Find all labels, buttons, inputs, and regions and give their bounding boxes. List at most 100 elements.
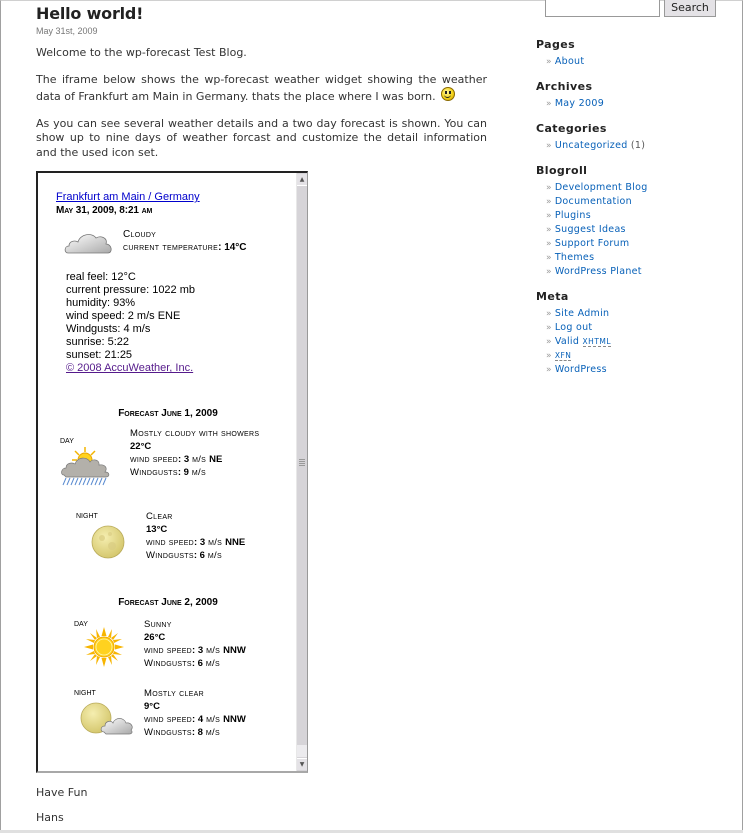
forecast-wind: wind speed: 4 m/s NNW [144,714,246,725]
detail-sunrise: sunrise: 5:22 [66,336,129,348]
sidebar-item-valid-xhtml: » Valid XHTML [546,335,736,349]
bullet-icon: » [546,99,552,109]
bullet-icon: » [546,183,552,193]
wind-value: 3 [197,645,204,656]
forecast-condition: Sunny [144,619,172,630]
xfn-abbr: XFN [554,351,572,361]
forecast-gusts: Windgusts: 8 m/s [144,727,220,738]
forecast-temp-value: 13°C [146,524,168,535]
scroll-up-arrow-icon[interactable]: ▲ [297,174,307,186]
forecast-temp: 9°C [144,700,274,713]
wind-unit: m/s [206,645,221,656]
sidebar-link[interactable]: WordPress [555,364,607,375]
post-date: May 31st, 2009 [36,26,98,36]
forecast-wind: wind speed: 3 m/s NNW [144,645,246,656]
gust-unit: m/s [207,550,222,561]
wind-value: 4 [197,714,204,725]
search-button[interactable]: Search [664,0,716,17]
forecast-condition: Mostly clear [144,688,204,699]
detail-wind-speed: wind speed: 2 m/s ENE [66,310,181,322]
sidebar-heading: Blogroll [536,164,588,177]
sidebar-link[interactable]: WordPress Planet [555,266,642,277]
bullet-icon: » [546,365,552,375]
detail-humidity: humidity: 93% [66,297,136,309]
current-temp-value: 14°C [224,242,247,253]
wind-direction: NNE [225,537,246,548]
sidebar-item-about: » About [546,55,736,69]
sidebar-item-development-blog: » Development Blog [546,181,736,195]
forecast-temp: 26°C [144,631,274,644]
bullet-icon: » [546,211,552,221]
forecast-temp-value: 22°C [130,441,152,452]
closing-signature: Hans [36,811,64,824]
bullet-icon: » [546,57,552,67]
sidebar-link[interactable]: Development Blog [555,182,648,193]
search-input[interactable] [545,0,660,17]
sidebar-link[interactable]: Log out [555,322,593,333]
wind-unit: m/s [208,537,223,548]
gust-label: Windgusts [130,467,178,478]
forecast-gusts: Windgusts: 9 m/s [130,467,206,478]
gust-unit: m/s [205,658,220,669]
sidebar-link[interactable]: Support Forum [555,238,630,249]
sidebar-item-documentation: » Documentation [546,195,736,209]
sidebar-link[interactable]: Uncategorized [555,140,628,151]
scrollbar-track-lower[interactable] [297,745,307,757]
scrollbar-thumb-grip[interactable] [299,459,305,467]
post-entry: Welcome to the wp-forecast Test Blog. Th… [36,46,487,160]
bullet-icon: » [546,323,552,333]
sidebar-link[interactable]: May 2009 [555,98,604,109]
bullet-icon: » [546,225,552,235]
moon-cloud-icon [80,702,133,735]
forecast-condition: Mostly cloudy with showers [130,428,260,439]
location-link[interactable]: Frankfurt am Main / Germany [56,191,200,203]
current-temp-label: current temperature [123,242,219,253]
sidebar-link[interactable]: XFN [554,350,572,361]
post-paragraph-text: The iframe below shows the wp-forecast w… [36,72,487,104]
moon-icon [91,525,125,559]
sidebar-link[interactable]: Site Admin [555,308,610,319]
forecast-wind: wind speed: 3 m/s NE [130,454,223,465]
accuweather-link[interactable]: © 2008 AccuWeather, Inc. [66,362,193,374]
current-condition-block: Cloudy current temperature: 14°C [123,228,247,254]
weather-details: real feel: 12°C current pressure: 1022 m… [66,271,195,375]
gust-unit: m/s [205,727,220,738]
xhtml-abbr: XHTML [582,337,612,347]
sidebar-heading: Archives [536,80,593,93]
cloud-sun-rain-icon [61,447,110,486]
gust-value: 6 [199,550,205,561]
forecast-temp: 13°C [146,523,276,536]
sidebar-link[interactable]: Plugins [555,210,591,221]
detail-windgusts: Windgusts: 4 m/s [66,323,151,335]
gust-label: Windgusts [146,550,194,561]
sidebar-link[interactable]: About [555,56,585,67]
sidebar: Pages » About Archives » May 2009 Categori… [536,38,736,388]
sidebar-item-wordpress-planet: » WordPress Planet [546,265,736,279]
sidebar-item-uncategorized: » Uncategorized (1) [546,139,736,153]
forecast-wind: wind speed: 3 m/s NNE [146,537,246,548]
sidebar-link[interactable]: Themes [555,252,595,263]
sidebar-link[interactable]: Documentation [555,196,632,207]
current-temperature: current temperature: 14°C [123,242,247,253]
scroll-down-arrow-icon[interactable]: ▼ [297,758,307,770]
bullet-icon: » [546,197,552,207]
gust-value: 9 [183,467,189,478]
post-title[interactable]: Hello world! [36,4,487,24]
iframe-scrollbar[interactable]: ▲ ▼ [296,173,307,771]
sidebar-section-meta: Meta » Site Admin » Log out » Valid XHTML »… [536,290,736,377]
bullet-icon: » [546,351,552,361]
smiley-face-icon [441,87,456,101]
sidebar-item-site-admin: » Site Admin [546,307,736,321]
forecast-condition: Clear [146,511,173,522]
forecast-temp: 22°C [130,440,260,453]
sidebar-heading: Pages [536,38,576,51]
forecast-heading: Forecast June 1, 2009 [118,408,218,419]
sidebar-item-support-forum: » Support Forum [546,237,736,251]
gust-label: Windgusts [144,658,192,669]
wind-label: wind speed [130,454,179,465]
detail-pressure: current pressure: 1022 mb [66,284,196,296]
sidebar-link[interactable]: Suggest Ideas [555,224,626,235]
sidebar-link[interactable]: Valid XHTML [555,336,612,347]
wind-direction: NNW [223,645,246,656]
forecast-gusts: Windgusts: 6 m/s [144,658,220,669]
